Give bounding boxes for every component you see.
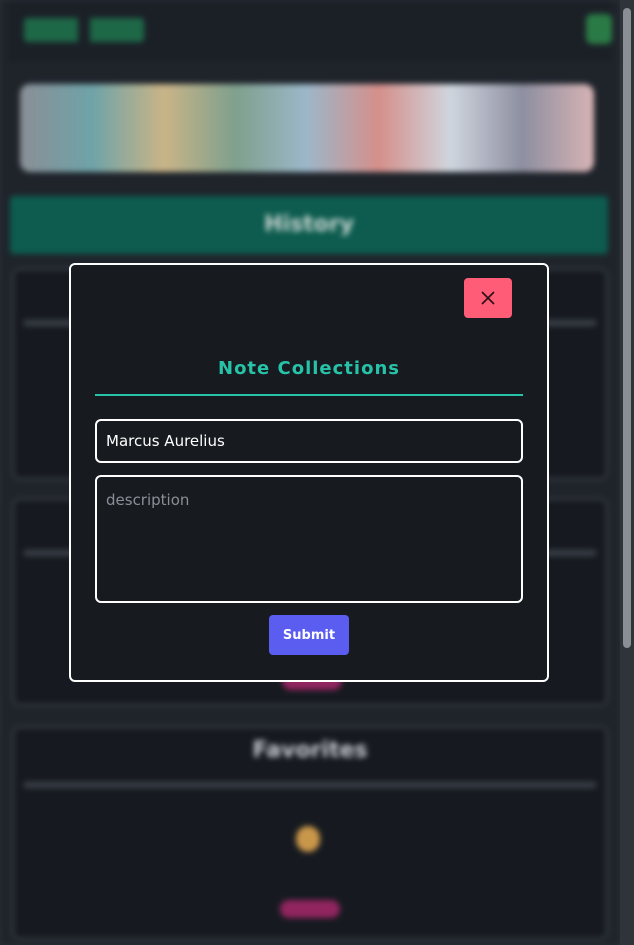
scrollbar-thumb[interactable] xyxy=(623,8,631,648)
history-button: History xyxy=(10,196,608,254)
name-input[interactable] xyxy=(95,419,523,463)
modal-title: Note Collections xyxy=(218,358,400,379)
user-avatar xyxy=(586,14,612,44)
title-divider xyxy=(95,394,523,396)
banner-image xyxy=(20,84,594,172)
app-logo xyxy=(24,18,144,42)
history-label: History xyxy=(264,212,354,237)
description-input[interactable] xyxy=(95,475,523,603)
submit-button[interactable]: Submit xyxy=(269,615,349,655)
app-header xyxy=(8,0,612,62)
favorites-card: Favorites xyxy=(12,726,608,940)
note-collections-modal: Note Collections Submit xyxy=(69,263,549,682)
close-button[interactable] xyxy=(464,278,512,318)
close-icon xyxy=(481,291,495,305)
favorites-title: Favorites xyxy=(252,738,368,763)
